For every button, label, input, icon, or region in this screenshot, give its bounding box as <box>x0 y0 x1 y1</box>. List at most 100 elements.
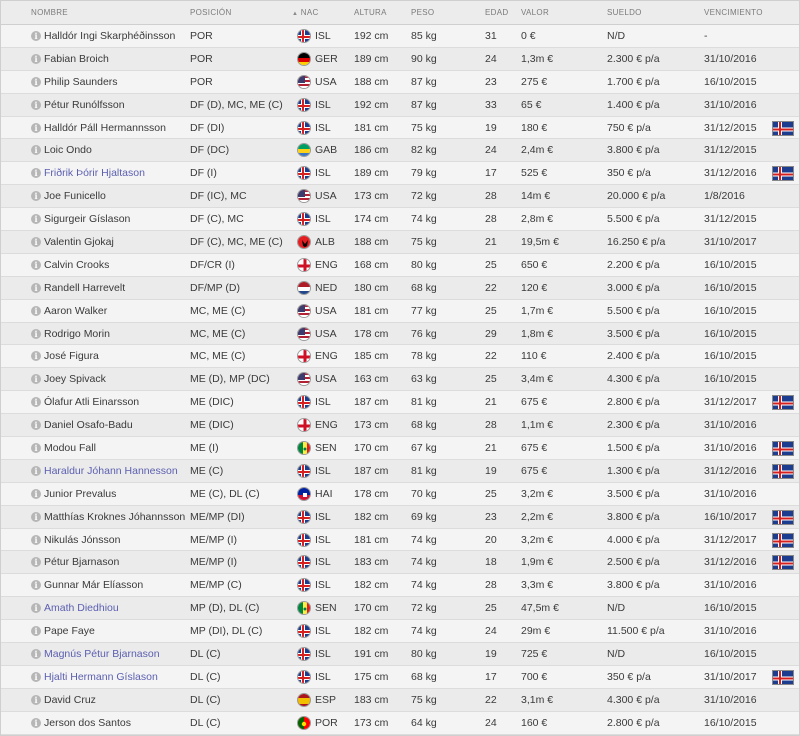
player-name[interactable]: David Cruz <box>44 689 96 711</box>
player-name[interactable]: Randell Harrevelt <box>44 277 125 299</box>
info-icon[interactable]: i <box>31 397 41 408</box>
info-icon[interactable]: i <box>31 214 41 225</box>
info-icon[interactable]: i <box>31 351 41 362</box>
info-icon[interactable]: i <box>31 580 41 591</box>
player-name[interactable]: Ólafur Atli Einarsson <box>44 391 139 413</box>
table-row[interactable]: i Magnús Pétur Bjarnason DL (C) ISL 191 cm 80… <box>1 643 799 666</box>
info-icon[interactable]: i <box>31 443 41 454</box>
player-name[interactable]: Valentin Gjokaj <box>44 231 114 253</box>
info-icon[interactable]: i <box>31 191 41 202</box>
info-icon[interactable]: i <box>31 53 41 64</box>
table-row[interactable]: i Calvin Crooks DF/CR (I) ENG 168 cm 80 kg 25 6… <box>1 253 799 277</box>
table-row[interactable]: i Modou Fall ME (I) SEN 170 cm 67 kg 21 675 € 1.… <box>1 437 799 460</box>
player-nationality[interactable]: POR <box>315 712 338 734</box>
player-name[interactable]: Pétur Bjarnason <box>44 551 119 573</box>
player-name[interactable]: Modou Fall <box>44 437 96 459</box>
player-nationality[interactable]: ESP <box>315 689 336 711</box>
player-nationality[interactable]: ENG <box>315 254 338 276</box>
info-icon[interactable]: i <box>31 282 41 293</box>
table-row[interactable]: i Nikulás Jónsson ME/MP (I) ISL 181 cm 74 kg 2… <box>1 528 799 552</box>
player-name[interactable]: Haraldur Jóhann Hannesson <box>44 460 178 482</box>
column-header-posicion[interactable]: POSICIÓN <box>190 1 232 25</box>
column-header-altura[interactable]: ALTURA <box>354 1 387 25</box>
player-name[interactable]: Pétur Runólfsson <box>44 94 125 116</box>
info-icon[interactable]: i <box>31 168 41 179</box>
info-icon[interactable]: i <box>31 694 41 705</box>
player-nationality[interactable]: SEN <box>315 597 337 619</box>
player-nationality[interactable]: ALB <box>315 231 335 253</box>
table-row[interactable]: i Aaron Walker MC, ME (C) USA 181 cm 77 kg 25 1… <box>1 299 799 323</box>
player-name[interactable]: Pape Faye <box>44 620 95 642</box>
column-header-valor[interactable]: VALOR <box>521 1 549 25</box>
table-row[interactable]: i Joey Spivack ME (D), MP (DC) USA 163 cm 63 … <box>1 368 799 392</box>
column-header-sueldo[interactable]: SUELDO <box>607 1 642 25</box>
info-icon[interactable]: i <box>31 626 41 637</box>
player-nationality[interactable]: ISL <box>315 529 331 551</box>
column-header-edad[interactable]: EDAD <box>485 1 508 25</box>
table-row[interactable]: i Randell Harrevelt DF/MP (D) NED 180 cm 68 k… <box>1 276 799 300</box>
info-icon[interactable]: i <box>31 717 41 728</box>
player-nationality[interactable]: ENG <box>315 414 338 436</box>
player-name[interactable]: Daniel Osafo-Badu <box>44 414 133 436</box>
info-icon[interactable]: i <box>31 328 41 339</box>
info-icon[interactable]: i <box>31 465 41 476</box>
player-name[interactable]: Halldór Páll Hermannsson <box>44 117 166 139</box>
player-nationality[interactable]: ISL <box>315 666 331 688</box>
player-nationality[interactable]: ISL <box>315 94 331 116</box>
info-icon[interactable]: i <box>31 237 41 248</box>
player-nationality[interactable]: USA <box>315 71 337 93</box>
table-row[interactable]: i Ólafur Atli Einarsson ME (DIC) ISL 187 cm 8… <box>1 391 799 415</box>
info-icon[interactable]: i <box>31 305 41 316</box>
table-row[interactable]: i Matthías Kroknes Jóhannsson ME/MP (DI) IS… <box>1 505 799 529</box>
player-nationality[interactable]: USA <box>315 185 337 207</box>
player-name[interactable]: Joe Funicello <box>44 185 106 207</box>
player-name[interactable]: José Figura <box>44 345 99 367</box>
player-nationality[interactable]: ISL <box>315 391 331 413</box>
info-icon[interactable]: i <box>31 122 41 133</box>
player-nationality[interactable]: SEN <box>315 437 337 459</box>
player-nationality[interactable]: ISL <box>315 25 331 47</box>
player-name[interactable]: Fabian Broich <box>44 48 109 70</box>
player-name[interactable]: Rodrigo Morin <box>44 323 110 345</box>
table-row[interactable]: i David Cruz DL (C) ESP 183 cm 75 kg 22 3,1m € 4… <box>1 688 799 712</box>
table-row[interactable]: i Friðrik Þórir Hjaltason DF (I) ISL 189 cm 7… <box>1 162 799 186</box>
column-header-nombre[interactable]: NOMBRE <box>31 1 68 25</box>
table-row[interactable]: i Fabian Broich POR GER 189 cm 90 kg 24 1,3m € 2… <box>1 47 799 71</box>
player-nationality[interactable]: ISL <box>315 117 331 139</box>
table-row[interactable]: i Pétur Bjarnason ME/MP (I) ISL 183 cm 74 kg 1… <box>1 551 799 575</box>
player-name[interactable]: Halldór Ingi Skarphéðinsson <box>44 25 175 47</box>
column-header-nac[interactable]: ▲ NAC <box>292 1 319 25</box>
player-nationality[interactable]: ISL <box>315 620 331 642</box>
table-row[interactable]: i Rodrigo Morin MC, ME (C) USA 178 cm 76 kg 29… <box>1 322 799 346</box>
table-row[interactable]: i Philip Saunders POR USA 188 cm 87 kg 23 275 €… <box>1 70 799 94</box>
info-icon[interactable]: i <box>31 420 41 431</box>
column-header-vencimiento[interactable]: VENCIMIENTO <box>704 1 763 25</box>
table-row[interactable]: i Valentin Gjokaj DF (C), MC, ME (C) ALB 188… <box>1 231 799 254</box>
info-icon[interactable]: i <box>31 671 41 682</box>
table-row[interactable]: i Halldór Páll Hermannsson DF (DI) ISL 181 c… <box>1 116 799 140</box>
player-nationality[interactable]: ISL <box>315 574 331 596</box>
info-icon[interactable]: i <box>31 31 41 41</box>
column-header-peso[interactable]: PESO <box>411 1 434 25</box>
player-nationality[interactable]: ISL <box>315 208 331 230</box>
player-nationality[interactable]: ISL <box>315 506 331 528</box>
table-row[interactable]: i Hjalti Hermann Gíslason DL (C) ISL 175 cm 6… <box>1 665 799 689</box>
player-nationality[interactable]: ISL <box>315 643 331 665</box>
table-row[interactable]: i Sigurgeir Gíslason DF (C), MC ISL 174 cm 74… <box>1 208 799 232</box>
player-name[interactable]: Nikulás Jónsson <box>44 529 120 551</box>
table-row[interactable]: i Gunnar Már Elíasson ME/MP (C) ISL 182 cm 74… <box>1 574 799 598</box>
player-nationality[interactable]: ISL <box>315 460 331 482</box>
info-icon[interactable]: i <box>31 511 41 522</box>
player-name[interactable]: Junior Prevalus <box>44 483 116 505</box>
player-name[interactable]: Calvin Crooks <box>44 254 109 276</box>
info-icon[interactable]: i <box>31 603 41 614</box>
info-icon[interactable]: i <box>31 145 41 156</box>
table-row[interactable]: i Pape Faye MP (DI), DL (C) ISL 182 cm 74 kg 2… <box>1 620 799 644</box>
player-nationality[interactable]: ENG <box>315 345 338 367</box>
table-row[interactable]: i Loic Ondo DF (DC) GAB 186 cm 82 kg 24 2,4m € 3… <box>1 139 799 163</box>
table-row[interactable]: i Daniel Osafo-Badu ME (DIC) ENG 173 cm 68 kg… <box>1 414 799 438</box>
player-nationality[interactable]: USA <box>315 368 337 390</box>
info-icon[interactable]: i <box>31 374 41 385</box>
player-nationality[interactable]: GAB <box>315 139 337 161</box>
player-nationality[interactable]: ISL <box>315 551 331 573</box>
